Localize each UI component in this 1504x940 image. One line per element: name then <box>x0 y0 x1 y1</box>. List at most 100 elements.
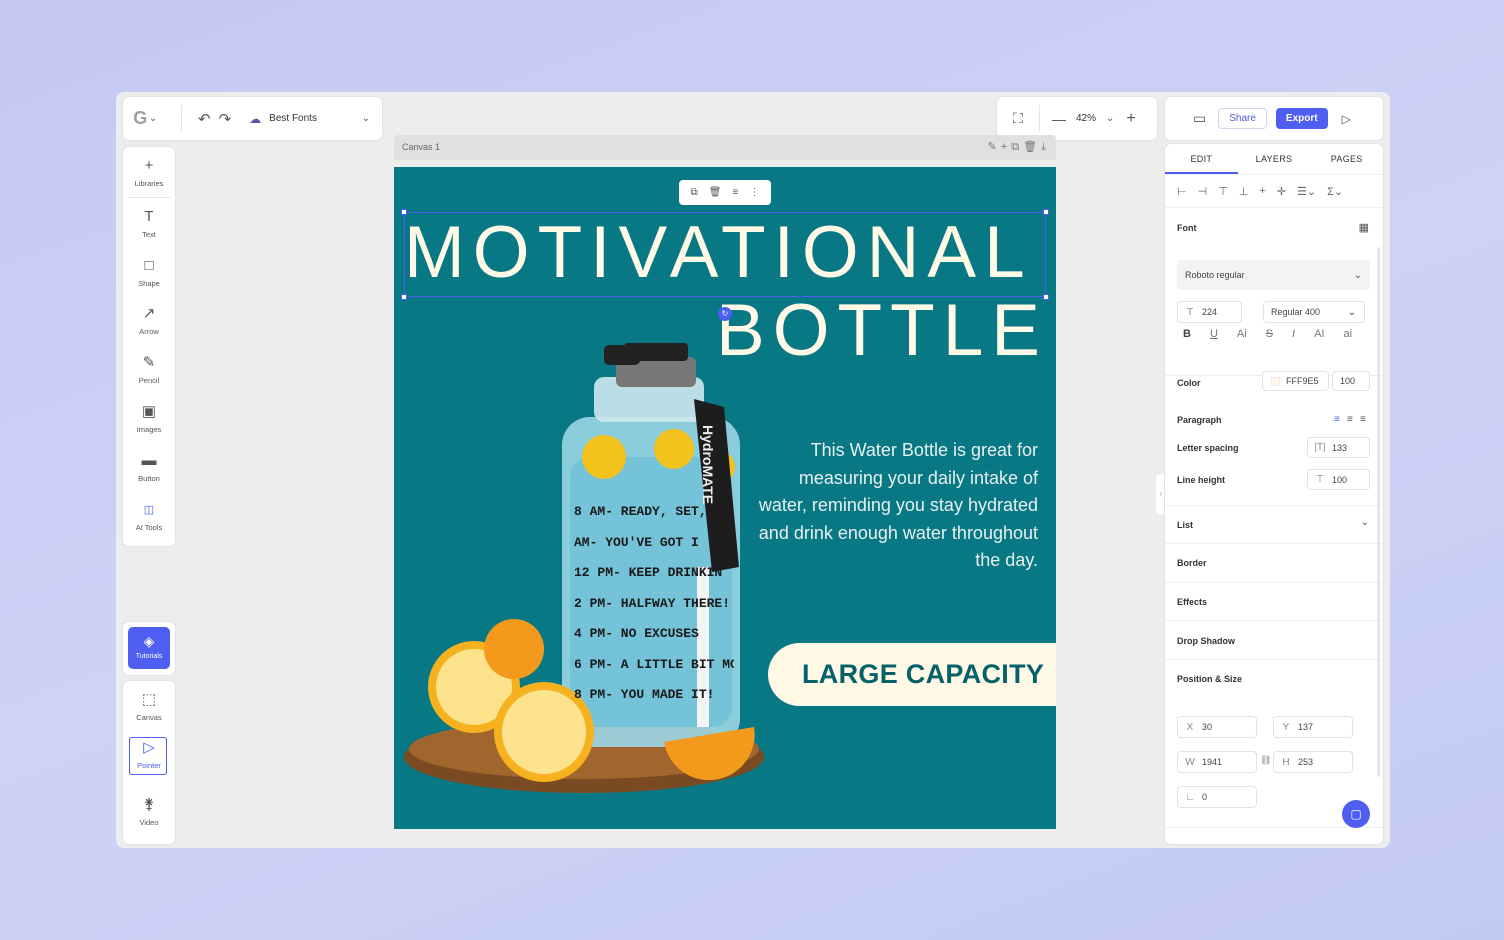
properties-scrollbar[interactable] <box>1377 247 1380 777</box>
chat-support-icon[interactable]: ▢ <box>1342 800 1370 828</box>
distribute-icon[interactable]: ☰⌄ <box>1297 185 1316 198</box>
capacity-badge[interactable]: LARGE CAPACITY <box>768 643 1056 706</box>
align-center-h-icon[interactable]: + <box>1259 185 1265 197</box>
divider <box>127 197 171 198</box>
selection-box[interactable] <box>401 209 1049 300</box>
align-bottom-icon[interactable]: ⊥ <box>1239 185 1249 198</box>
lowercase-icon[interactable]: ai <box>1344 328 1353 340</box>
strikethrough-icon[interactable]: S <box>1266 328 1273 340</box>
more-vertical-icon[interactable]: ⋮ <box>749 187 759 198</box>
tool-shape[interactable]: □ Shape <box>123 257 175 288</box>
align-right-icon[interactable]: ⊣ <box>1198 185 1208 198</box>
design-canvas[interactable]: 8 AM- READY, SET, D AM- YOU'VE GOT I 12 … <box>394 167 1056 829</box>
zoom-out-icon[interactable]: — <box>1052 111 1066 127</box>
badge-text: LARGE CAPACITY <box>802 659 1045 689</box>
trash-icon[interactable]: 🗑 <box>709 187 722 198</box>
top-left-toolbar: G ⌄ ↶ ↷ ☁ Best Fonts ⌄ <box>123 97 382 140</box>
tool-libraries[interactable]: + Libraries <box>123 157 175 188</box>
width-field[interactable]: W 1941 <box>1177 751 1257 773</box>
tab-layers[interactable]: LAYERS <box>1238 144 1311 174</box>
tab-pages[interactable]: PAGES <box>1310 144 1383 174</box>
undo-icon[interactable]: ↶ <box>198 110 211 128</box>
x-axis-label: X <box>1186 721 1194 733</box>
rotation-field[interactable]: ∟ 0 <box>1177 786 1257 808</box>
ai-text-icon[interactable]: Ai <box>1237 328 1247 340</box>
project-menu-chevron-icon[interactable]: ⌄ <box>362 113 370 124</box>
uppercase-icon[interactable]: AI <box>1314 328 1324 340</box>
tool-arrow[interactable]: ↗ Arrow <box>123 305 175 336</box>
color-field[interactable]: FFF9E5 <box>1262 371 1329 391</box>
height-value: 253 <box>1298 757 1314 767</box>
comment-icon[interactable]: ▭ <box>1193 110 1206 127</box>
bottle-mark: 12 PM- KEEP DRINKIN <box>574 565 723 580</box>
top-right-toolbar: ▭ Share Export ▷ <box>1165 97 1383 140</box>
cloud-icon: ☁ <box>249 111 262 126</box>
headline-line2[interactable]: BOTTLE <box>716 291 1048 371</box>
letter-spacing-field[interactable]: |T| 133 <box>1307 437 1370 458</box>
tool-pencil[interactable]: ✎ Pencil <box>123 354 175 385</box>
y-field[interactable]: Y 137 <box>1273 716 1353 738</box>
chevron-down-icon: ⌄ <box>1353 269 1362 281</box>
list-section[interactable]: List ⌄ <box>1165 506 1383 544</box>
align-left-icon[interactable]: ⊢ <box>1177 185 1187 198</box>
edit-icon[interactable]: ✎ <box>988 141 1001 153</box>
line-height-field[interactable]: ⊤ 100 <box>1307 469 1370 490</box>
effects-section[interactable]: Effects <box>1165 583 1383 621</box>
drop-shadow-section[interactable]: Drop Shadow <box>1165 621 1383 660</box>
tab-edit[interactable]: EDIT <box>1165 144 1238 174</box>
resize-handle[interactable] <box>401 294 407 300</box>
rotate-handle-icon[interactable]: ↻ <box>718 307 732 321</box>
zoom-chevron-icon[interactable]: ⌄ <box>1106 113 1114 124</box>
grid-icon[interactable]: ▦ <box>1359 221 1369 234</box>
font-size-field[interactable]: T 224 <box>1177 301 1242 323</box>
tool-canvas[interactable]: ⬚ Canvas <box>123 691 175 722</box>
color-swatch[interactable] <box>1271 376 1280 386</box>
redo-icon[interactable]: ↷ <box>219 110 232 128</box>
trash-icon[interactable]: 🗑 <box>1023 141 1041 153</box>
resize-handle[interactable] <box>1043 294 1049 300</box>
zoom-level[interactable]: 42% <box>1076 113 1096 124</box>
border-section[interactable]: Border <box>1165 544 1383 583</box>
tool-images[interactable]: ▣ Images <box>123 403 175 434</box>
tool-pointer[interactable]: ▷ Pointer <box>123 739 175 770</box>
align-left-icon[interactable]: ≡ <box>733 187 739 198</box>
align-left-text-icon[interactable]: ≡ <box>1334 414 1340 425</box>
tool-button[interactable]: ▬ Button <box>123 452 175 483</box>
opacity-field[interactable]: 100 <box>1332 371 1370 391</box>
canvas-title[interactable]: Canvas 1 <box>402 142 440 152</box>
italic-icon[interactable]: I <box>1292 328 1295 340</box>
align-center-text-icon[interactable]: ≡ <box>1347 414 1353 425</box>
export-button[interactable]: Export <box>1275 108 1328 129</box>
link-icon[interactable]: ⛓ <box>1260 755 1271 766</box>
tutorials-button[interactable]: ◈ Tutorials <box>128 627 170 669</box>
sum-icon[interactable]: Σ⌄ <box>1327 185 1343 198</box>
download-icon[interactable]: ⤓ <box>1041 141 1050 153</box>
duplicate-icon[interactable]: ⧉ <box>1011 141 1023 153</box>
font-family-select[interactable]: Roboto regular ⌄ <box>1177 260 1370 290</box>
align-center-v-icon[interactable]: ✛ <box>1277 185 1286 198</box>
underline-icon[interactable]: U <box>1210 328 1218 340</box>
align-top-icon[interactable]: ⊤ <box>1218 185 1228 198</box>
project-name[interactable]: Best Fonts <box>269 113 361 124</box>
align-right-text-icon[interactable]: ≡ <box>1360 414 1366 425</box>
resize-handle[interactable] <box>1043 209 1049 215</box>
font-weight-select[interactable]: Regular 400 ⌄ <box>1263 301 1365 323</box>
plus-icon: + <box>144 157 154 174</box>
chevron-down-icon[interactable]: ⌄ <box>1361 517 1369 528</box>
height-field[interactable]: H 253 <box>1273 751 1353 773</box>
add-icon[interactable]: + <box>1001 141 1011 153</box>
tool-video[interactable]: ⚵ Video <box>123 796 175 827</box>
app-logo-menu[interactable]: G ⌄ <box>123 108 167 129</box>
tool-ai-tools[interactable]: ◫ AI Tools <box>123 501 175 532</box>
duplicate-icon[interactable]: ⧉ <box>691 187 698 198</box>
bold-icon[interactable]: B <box>1183 328 1191 340</box>
share-button[interactable]: Share <box>1218 108 1267 129</box>
fit-screen-icon[interactable]: ⛶ <box>997 110 1039 127</box>
play-icon[interactable]: ▷ <box>1342 112 1351 126</box>
x-field[interactable]: X 30 <box>1177 716 1257 738</box>
tool-text[interactable]: T Text <box>123 208 175 239</box>
zoom-toolbar: ⛶ — 42% ⌄ + <box>997 97 1157 140</box>
description-text[interactable]: This Water Bottle is great for measuring… <box>758 437 1038 575</box>
zoom-in-icon[interactable]: + <box>1126 110 1135 128</box>
resize-handle[interactable] <box>401 209 407 215</box>
